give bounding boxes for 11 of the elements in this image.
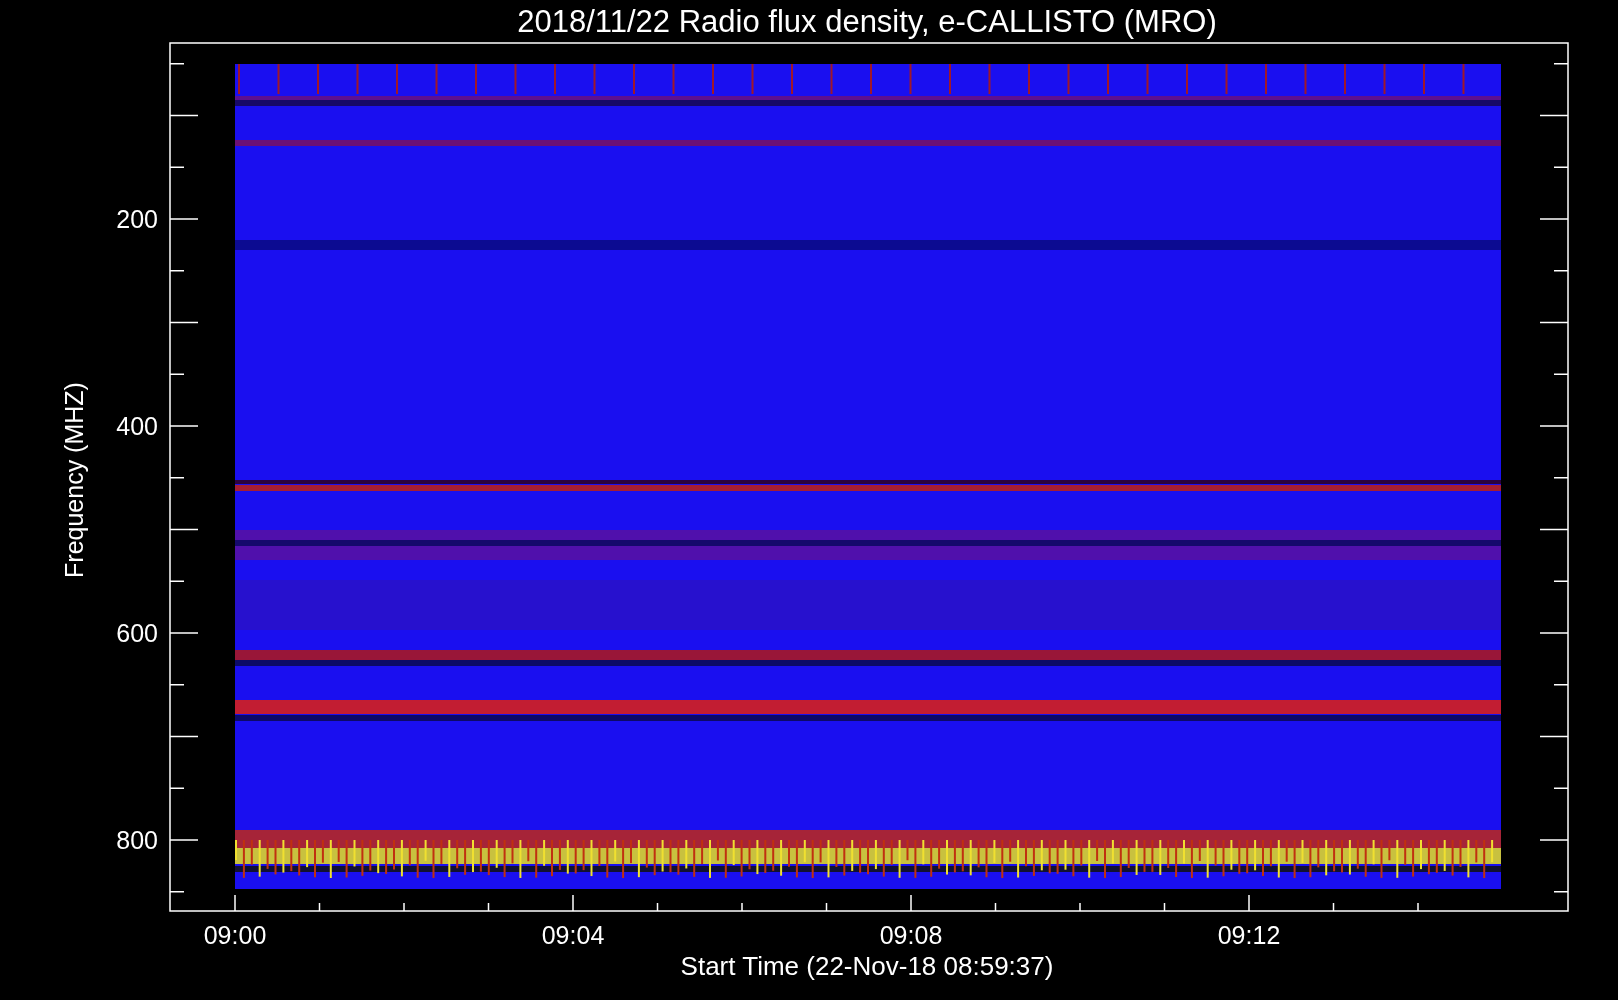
y-axis-label: Frequency (MHZ) [60,382,88,578]
x-tick-label: 09:04 [541,921,605,949]
y-tick-label: 200 [116,205,158,233]
y-tick-label: 400 [116,412,158,440]
x-tick-label: 09:12 [1217,921,1281,949]
x-tick-label: 09:00 [203,921,267,949]
y-tick-label: 800 [116,826,158,854]
x-axis-label: Start Time (22-Nov-18 08:59:37) [680,951,1054,981]
chart-title: 2018/11/22 Radio flux density, e-CALLISTO (MRO) [517,4,1217,39]
y-tick-label: 600 [116,619,158,647]
x-tick-label: 09:08 [879,921,943,949]
